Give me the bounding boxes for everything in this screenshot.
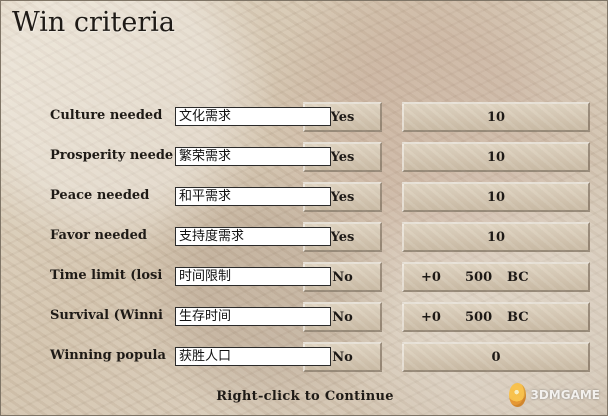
criteria-row-culture: Culture needed 文化需求 Yes 10 [1,102,608,142]
criteria-label: Time limit (losi [50,268,163,283]
watermark-logo-icon [509,383,527,407]
win-criteria-dialog: Win criteria Culture needed 文化需求 Yes 10 … [0,0,608,416]
watermark: 3DMGAME [509,381,600,409]
translation-overlay: 生存时间 [175,307,331,326]
page-title: Win criteria [12,7,176,38]
translation-overlay: 支持度需求 [175,227,331,246]
culture-value-button[interactable]: 10 [402,102,590,132]
criteria-row-time-limit: Time limit (losi 时间限制 No +0 500 BC [1,262,608,302]
date-year: 500 [465,269,493,285]
translation-overlay: 繁荣需求 [175,147,331,166]
survival-date-button[interactable]: +0 500 BC [402,302,590,332]
population-value-button[interactable]: 0 [402,342,590,372]
criteria-label: Winning popula [50,348,166,363]
time-limit-date-button[interactable]: +0 500 BC [402,262,590,292]
criteria-row-prosperity: Prosperity neede 繁荣需求 Yes 10 [1,142,608,182]
criteria-label: Prosperity neede [50,148,174,163]
criteria-label: Culture needed [50,108,163,123]
peace-value-button[interactable]: 10 [402,182,590,212]
criteria-label: Favor needed [50,228,147,243]
criteria-row-survival: Survival (Winni 生存时间 No +0 500 BC [1,302,608,342]
translation-overlay: 时间限制 [175,267,331,286]
prosperity-value-button[interactable]: 10 [402,142,590,172]
translation-overlay: 文化需求 [175,107,331,126]
date-offset: +0 [421,269,441,285]
translation-overlay: 和平需求 [175,187,331,206]
criteria-label: Peace needed [50,188,150,203]
date-year: 500 [465,309,493,325]
date-offset: +0 [421,309,441,325]
criteria-row-favor: Favor needed 支持度需求 Yes 10 [1,222,608,262]
favor-value-button[interactable]: 10 [402,222,590,252]
criteria-label: Survival (Winni [50,308,163,323]
criteria-row-population: Winning popula 获胜人口 No 0 [1,342,608,382]
translation-overlay: 获胜人口 [175,347,331,366]
date-era: BC [507,269,529,285]
date-era: BC [507,309,529,325]
criteria-row-peace: Peace needed 和平需求 Yes 10 [1,182,608,222]
watermark-text: 3DMGAME [530,388,600,402]
